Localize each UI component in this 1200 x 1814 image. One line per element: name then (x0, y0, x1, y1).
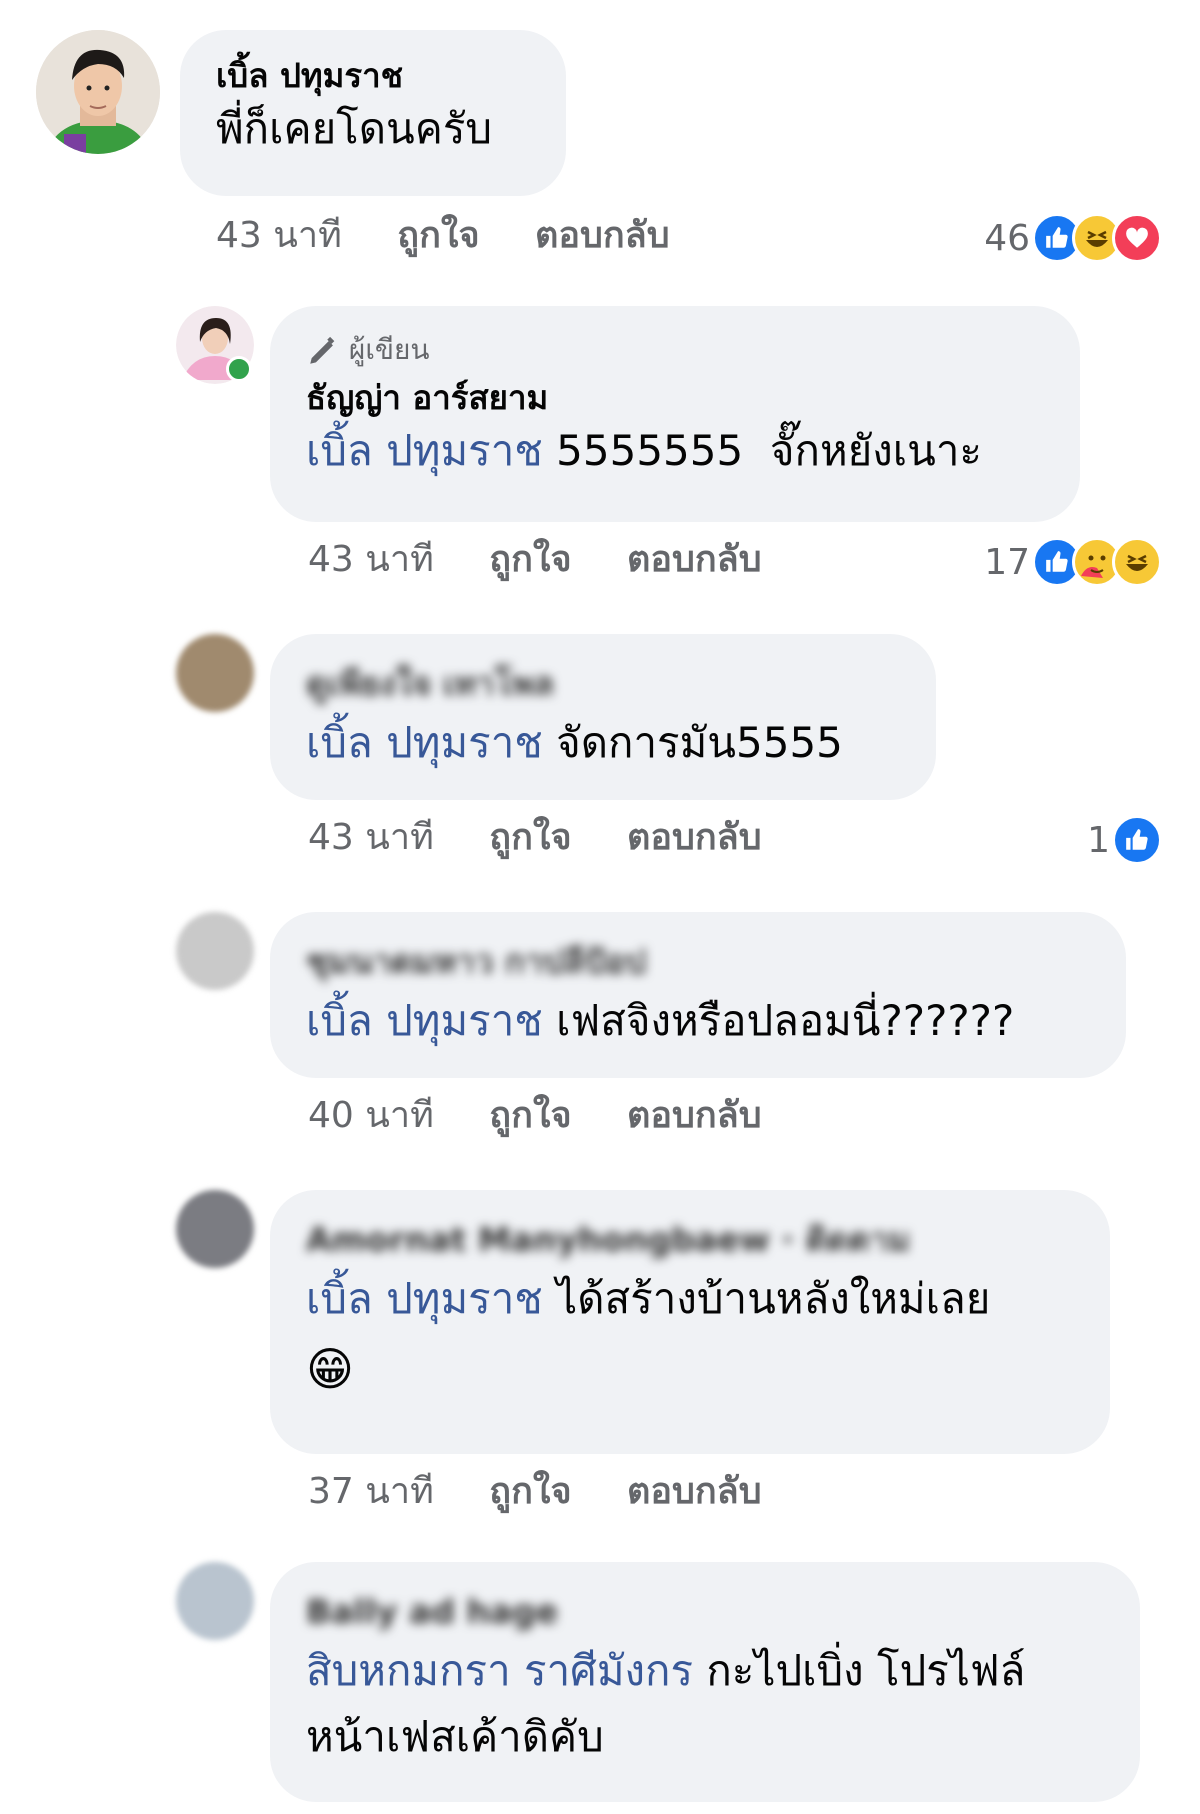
avatar[interactable] (36, 30, 160, 154)
comment-text: เบิ้ล ปทุมราช 5555555 จั๊กหยังเนาะ (306, 422, 1080, 480)
love-icon (1112, 213, 1162, 263)
reaction-summary[interactable]: 1 (1087, 814, 1162, 866)
comment-actions: 43 นาที ถูกใจ ตอบกลับ (216, 212, 670, 260)
reply-button[interactable]: ตอบกลับ (627, 814, 762, 862)
author-badge: ผู้เขียน (306, 332, 1080, 368)
like-button[interactable]: ถูกใจ (397, 212, 479, 260)
comment-actions: 43 นาที ถูกใจ ตอบกลับ (308, 814, 762, 862)
avatar[interactable] (176, 912, 254, 990)
comment-text: เบิ้ล ปทุมราช เฟสจิงหรือปลอมนี่?????? (306, 992, 1126, 1050)
reaction-summary[interactable]: 17 (984, 536, 1162, 588)
mention-link[interactable]: สิบหกมกรา ราศีมังกร (306, 1646, 693, 1695)
comment-time[interactable]: 37 นาที (308, 1468, 434, 1516)
haha-icon (1112, 537, 1162, 587)
comment-time[interactable]: 40 นาที (308, 1092, 434, 1140)
comment-bubble: ดูเพียงใจ เทาโพล เบิ้ล ปทุมราช จัดการมัน… (270, 634, 936, 800)
comment-bubble: ชุมนาดมหาว กาปลีปัอป เบิ้ล ปทุมราช เฟสจิ… (270, 912, 1126, 1078)
like-icon (1112, 815, 1162, 865)
grinning-emoji: 😁 (306, 1342, 354, 1396)
comment-author[interactable]: Bally ad hage (306, 1592, 1140, 1632)
like-button[interactable]: ถูกใจ (489, 536, 571, 584)
avatar[interactable] (176, 1562, 254, 1640)
comment-text: สิบหกมกรา ราศีมังกร กะไปเบิ่ง โปรไฟล์ (306, 1642, 1140, 1700)
comment-author[interactable]: Amornat Manyhongbaew · ติดตาม (306, 1220, 1110, 1260)
comment-bubble: Amornat Manyhongbaew · ติดตาม เบิ้ล ปทุม… (270, 1190, 1110, 1454)
online-status-icon (226, 356, 252, 382)
mention-link[interactable]: เบิ้ล ปทุมราช (306, 426, 543, 475)
comment-text: เบิ้ล ปทุมราช ได้สร้างบ้านหลังใหม่เลย (306, 1270, 1110, 1328)
reply-button[interactable]: ตอบกลับ (627, 536, 762, 584)
comment-time[interactable]: 43 นาที (216, 212, 342, 260)
reaction-summary[interactable]: 46 (984, 212, 1162, 264)
reply-button[interactable]: ตอบกลับ (627, 1092, 762, 1140)
comment-bubble: ผู้เขียน ธัญญ่า อาร์สยาม เบิ้ล ปทุมราช 5… (270, 306, 1080, 522)
comment-actions: 43 นาที ถูกใจ ตอบกลับ (308, 536, 762, 584)
avatar[interactable] (176, 306, 254, 384)
avatar[interactable] (176, 634, 254, 712)
reaction-count: 1 (1087, 819, 1110, 861)
reply-button[interactable]: ตอบกลับ (627, 1468, 762, 1516)
comment-bubble: Bally ad hage สิบหกมกรา ราศีมังกร กะไปเบ… (270, 1562, 1140, 1802)
like-button[interactable]: ถูกใจ (489, 1468, 571, 1516)
like-button[interactable]: ถูกใจ (489, 814, 571, 862)
comment-author[interactable]: ดูเพียงใจ เทาโพล (306, 664, 936, 704)
comment-text: พี่ก็เคยโดนครับ (216, 104, 493, 153)
reply-button[interactable]: ตอบกลับ (535, 212, 670, 260)
comment-actions: 40 นาที ถูกใจ ตอบกลับ (308, 1092, 762, 1140)
comment-text: เบิ้ล ปทุมราช จัดการมัน5555 (306, 714, 936, 772)
avatar[interactable] (176, 1190, 254, 1268)
mention-link[interactable]: เบิ้ล ปทุมราช (306, 996, 543, 1045)
comment-text-body: กะไปเบิ่ง โปรไฟล์ (706, 1646, 1026, 1695)
comment-author[interactable]: ธัญญ่า อาร์สยาม (306, 378, 1080, 418)
author-badge-label: ผู้เขียน (348, 333, 430, 366)
mention-link[interactable]: เบิ้ล ปทุมราช (306, 718, 543, 767)
mention-link[interactable]: เบิ้ล ปทุมราช (306, 1274, 543, 1323)
comment-text-body: เฟสจิงหรือปลอมนี่?????? (556, 996, 1015, 1045)
comment-author[interactable]: เบิ้ล ปทุมราช (216, 56, 566, 96)
reaction-count: 46 (984, 217, 1030, 259)
comment-text-body: 5555555 จั๊กหยังเนาะ (556, 426, 982, 475)
comment-author[interactable]: ชุมนาดมหาว กาปลีปัอป (306, 942, 1126, 982)
comment-text-body: จัดการมัน5555 (556, 718, 843, 767)
comment-time[interactable]: 43 นาที (308, 814, 434, 862)
comment-text-body: ได้สร้างบ้านหลังใหม่เลย (556, 1274, 991, 1323)
pen-icon (310, 336, 335, 364)
comment-time[interactable]: 43 นาที (308, 536, 434, 584)
comment-text-line-2: หน้าเฟสเค้าดิคับ (306, 1712, 604, 1761)
comment-actions: 37 นาที ถูกใจ ตอบกลับ (308, 1468, 762, 1516)
reaction-count: 17 (984, 541, 1030, 583)
like-button[interactable]: ถูกใจ (489, 1092, 571, 1140)
comment-bubble: เบิ้ล ปทุมราช พี่ก็เคยโดนครับ (180, 30, 566, 196)
